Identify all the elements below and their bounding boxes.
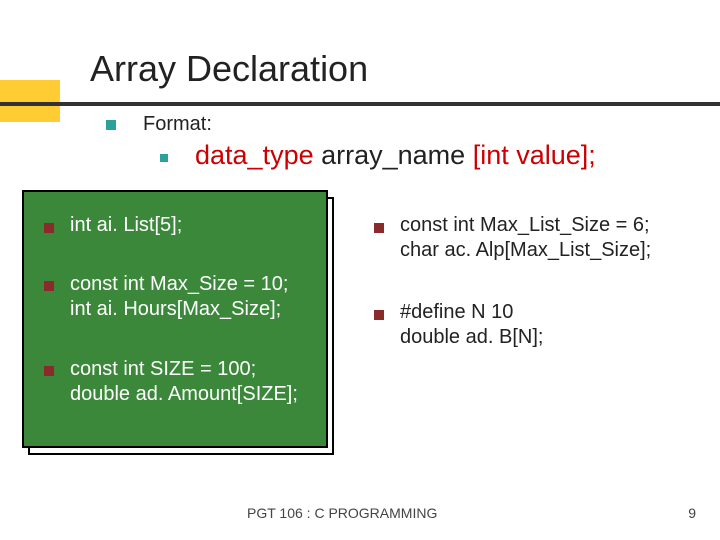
- bullet-icon: [106, 120, 116, 130]
- bullet-icon: [44, 366, 54, 376]
- syntax-bracket: [int value];: [473, 140, 596, 170]
- slide: Array Declaration Format: data_type arra…: [0, 0, 720, 540]
- bullet-icon: [160, 154, 168, 162]
- accent-bar: [0, 80, 60, 122]
- page-number: 9: [688, 505, 696, 521]
- slide-title: Array Declaration: [90, 48, 368, 90]
- format-label: Format:: [143, 113, 212, 136]
- code-item: #define N 10 double ad. B[N];: [400, 300, 543, 350]
- bullet-icon: [374, 310, 384, 320]
- title-underline: [0, 102, 720, 106]
- code-item: const int SIZE = 100; double ad. Amount[…: [70, 357, 298, 407]
- code-item: const int Max_List_Size = 6; char ac. Al…: [400, 213, 651, 263]
- bullet-icon: [44, 223, 54, 233]
- bullet-icon: [44, 281, 54, 291]
- code-item: int ai. List[5];: [70, 213, 182, 238]
- footer-text: PGT 106 : C PROGRAMMING: [247, 505, 437, 521]
- format-syntax: data_type array_name [int value];: [195, 140, 596, 171]
- code-item: const int Max_Size = 10; int ai. Hours[M…: [70, 272, 288, 322]
- syntax-data-type: data_type: [195, 140, 321, 170]
- syntax-array-name: array_name: [321, 140, 473, 170]
- bullet-icon: [374, 223, 384, 233]
